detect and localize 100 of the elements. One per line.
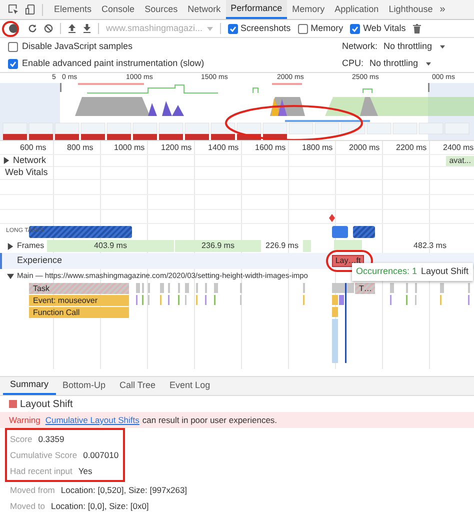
track-label[interactable]: Network (13, 154, 46, 168)
track-label: Experience (17, 254, 62, 268)
panel-tab[interactable]: Memory (287, 0, 330, 19)
paint-bar (81, 134, 105, 140)
warning-link[interactable]: Cumulative Layout Shifts (45, 414, 140, 426)
tooltip-title: Layout Shift (421, 265, 469, 278)
device-icon[interactable] (25, 4, 36, 15)
flame-chart-event[interactable]: T… (355, 283, 375, 294)
panel-tab[interactable]: Network (182, 0, 226, 19)
details-title: Layout Shift (20, 398, 73, 412)
flame-chart-event[interactable]: Event: mouseover (29, 295, 129, 306)
frame-bar[interactable]: 236.9 ms (175, 240, 262, 252)
expand-triangle-icon[interactable] (3, 157, 10, 164)
network-request-bar[interactable]: avat... (446, 156, 474, 166)
details-tab[interactable]: Bottom-Up (56, 377, 113, 395)
details-tab[interactable]: Event Log (162, 377, 218, 395)
warning-text: can result in poor user experiences. (142, 414, 278, 426)
trash-icon[interactable] (412, 24, 421, 34)
field-value: 0.3359 (38, 432, 64, 446)
time-ruler-label: 2000 ms (349, 142, 380, 154)
field-label: Score (10, 432, 32, 446)
throttle-label: Network: (342, 40, 378, 53)
panel-tab[interactable]: Application (330, 0, 384, 19)
time-ruler-label: 1800 ms (302, 142, 333, 154)
track-label[interactable]: Frames (17, 240, 44, 252)
field-label: Had recent input (10, 464, 72, 478)
screenshot-thumbnail[interactable] (210, 122, 236, 134)
paint-bar (159, 134, 183, 140)
paint-bar (107, 134, 131, 140)
screenshot-thumbnail[interactable] (2, 122, 28, 134)
checkbox[interactable] (350, 24, 360, 34)
reload-icon[interactable] (28, 24, 37, 33)
upload-icon[interactable] (68, 24, 76, 33)
tooltip-count: Occurrences: 1 (356, 265, 418, 278)
expand-triangle-icon[interactable] (7, 272, 14, 280)
throttle-select[interactable]: No throttling (384, 40, 446, 54)
range-handle[interactable] (60, 83, 62, 92)
flame-chart-bar[interactable] (332, 283, 354, 293)
screenshot-thumbnail[interactable] (158, 122, 184, 134)
screenshot-thumbnail[interactable] (54, 122, 80, 134)
paint-bar (133, 134, 157, 140)
throttle-label: CPU: (342, 56, 364, 70)
time-ruler-label: 1600 ms (255, 142, 286, 154)
details-tab[interactable]: Summary (3, 377, 56, 395)
checkbox[interactable] (298, 24, 308, 34)
inspect-icon[interactable] (8, 4, 19, 15)
checkbox[interactable] (228, 24, 238, 34)
time-ruler-label: 1200 ms (161, 142, 192, 154)
setting-label: Disable JavaScript samples (22, 40, 134, 53)
panel-tab[interactable]: Performance (226, 0, 288, 19)
frame-bar[interactable]: 482.3 ms (390, 240, 470, 252)
screenshot-thumbnail[interactable] (418, 122, 444, 134)
screenshot-thumbnail[interactable] (392, 122, 418, 134)
expand-triangle-icon[interactable] (7, 242, 14, 250)
long-task-bar[interactable] (353, 226, 375, 238)
checkbox-label: Memory (310, 22, 344, 35)
panel-tab[interactable]: Lighthouse (384, 0, 438, 19)
screenshot-thumbnail[interactable] (366, 122, 392, 134)
dropdown-caret-icon (206, 26, 213, 30)
time-ruler-label: 800 ms (67, 142, 94, 154)
time-ruler-label: 2200 ms (396, 142, 427, 154)
panel-tab[interactable]: Console (96, 0, 140, 19)
screenshot-thumbnail[interactable] (236, 122, 262, 134)
screenshot-thumbnail[interactable] (288, 122, 314, 134)
download-icon[interactable] (83, 24, 91, 33)
details-tab[interactable]: Call Tree (112, 377, 163, 395)
flame-chart-event[interactable]: Function Call (29, 307, 129, 318)
screenshot-thumbnail[interactable] (80, 122, 106, 134)
time-ruler-label: 1000 ms (114, 142, 145, 154)
track-label: Web Vitals (5, 166, 48, 180)
dropdown-caret-icon (440, 44, 446, 48)
screenshot-thumbnail[interactable] (106, 122, 132, 134)
warning-label: Warning (9, 414, 40, 426)
clear-icon[interactable] (44, 24, 53, 33)
dropdown-caret-icon (426, 62, 432, 66)
field-label: Moved to (10, 500, 45, 512)
setting-label: Enable advanced paint instrumentation (slow) (22, 56, 206, 70)
time-ruler-label: 600 ms (20, 142, 46, 154)
screenshot-thumbnail[interactable] (184, 122, 210, 134)
frame-bar[interactable]: 226.9 ms (264, 240, 300, 252)
screenshot-thumbnail[interactable] (28, 122, 54, 134)
frame-bar[interactable]: 403.9 ms (47, 240, 175, 252)
paint-bar (3, 134, 27, 140)
checkbox[interactable] (8, 58, 18, 68)
field-label: Moved from (10, 484, 55, 496)
screenshot-thumbnail[interactable] (314, 122, 340, 134)
field-value: Location: [0,520], Size: [997x263] (60, 484, 188, 496)
panel-tab[interactable]: Sources (140, 0, 183, 19)
more-tabs[interactable]: » (440, 2, 446, 17)
screenshot-thumbnail[interactable] (132, 122, 158, 134)
checkbox-label: Web Vitals (363, 22, 406, 35)
throttle-select[interactable]: No throttling (370, 56, 432, 70)
panel-tab[interactable]: Elements (49, 0, 97, 19)
checkbox[interactable] (8, 42, 18, 52)
time-ruler-label: 2400 ms (443, 142, 474, 154)
paint-bar (185, 134, 209, 140)
time-ruler-label: 1400 ms (208, 142, 239, 154)
flame-chart-event[interactable]: Task (29, 283, 129, 294)
screenshot-thumbnail[interactable] (262, 122, 288, 134)
range-handle[interactable] (428, 83, 430, 92)
